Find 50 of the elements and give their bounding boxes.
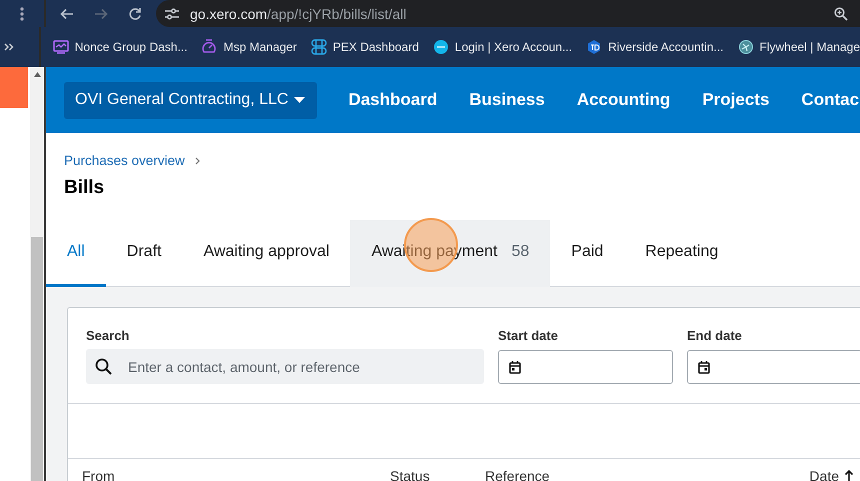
count-label: 58 [511, 243, 530, 261]
bookmark[interactable]: Msp Manager [201, 39, 297, 55]
column-header[interactable]: From [82, 468, 115, 481]
column-header[interactable]: Status [390, 468, 430, 481]
search-icon [95, 358, 112, 375]
tab[interactable]: Awaiting approval [182, 220, 350, 287]
caret-icon [294, 97, 306, 103]
scrollbar-thumb[interactable] [31, 237, 43, 481]
calendar-icon [509, 360, 521, 374]
tab[interactable]: Paid [550, 220, 624, 287]
scrollbar[interactable] [30, 67, 44, 481]
nav-link[interactable]: Business [468, 90, 546, 110]
field-label: Start date [498, 328, 559, 343]
calendar-icon [698, 360, 710, 374]
bookmark[interactable]: Nonce Group Dash... [52, 39, 188, 55]
more-icon [20, 6, 24, 20]
field-label: End date [687, 328, 743, 343]
organisation-menu[interactable]: OVI General Contracting, LLC [64, 82, 318, 118]
nav-link[interactable]: Projects [701, 90, 770, 110]
date-field[interactable] [687, 350, 860, 384]
bookmark[interactable]: Login | Xero Accoun... [432, 39, 572, 55]
bookmark[interactable]: Flywheel | Manage [738, 39, 860, 55]
more-bookmarks-icon[interactable] [4, 43, 14, 51]
nav-link[interactable]: Dashboard [347, 90, 438, 110]
date-field[interactable] [498, 350, 673, 384]
search-field[interactable]: Enter a contact, amount, or reference [86, 349, 484, 384]
nav-link[interactable]: Contac [800, 90, 860, 110]
column-header[interactable]: Date [809, 468, 839, 481]
back-icon[interactable] [60, 8, 74, 20]
site-settings-icon[interactable] [164, 6, 180, 20]
bookmark[interactable]: Riverside Accountin... [586, 39, 724, 55]
bookmark-td-icon [586, 39, 602, 55]
field-label: Search [86, 328, 130, 343]
bookmark-fan-icon [738, 39, 754, 55]
bookmark-chart-icon [52, 39, 69, 55]
page-title: Bills [64, 177, 106, 199]
tab[interactable]: Repeating [624, 220, 740, 287]
bookmark-grid-icon [310, 39, 327, 55]
bookmark[interactable]: PEX Dashboard [310, 39, 419, 55]
column-header[interactable]: Reference [485, 468, 550, 481]
scroll-up-icon [34, 72, 40, 77]
breadcrumb-link[interactable]: Purchases overview [64, 153, 185, 168]
chevron-icon [194, 156, 200, 164]
nav-link[interactable]: Accounting [576, 90, 672, 110]
zoom-icon[interactable] [834, 6, 848, 20]
bookmark-gauge-icon [201, 39, 218, 55]
address-bar[interactable]: go.xero.com/app/!cjYRb/bills/list/all [190, 6, 406, 22]
reload-icon[interactable] [128, 6, 142, 20]
tab[interactable]: Draft [106, 220, 182, 287]
sort-arrow-icon [845, 470, 853, 481]
